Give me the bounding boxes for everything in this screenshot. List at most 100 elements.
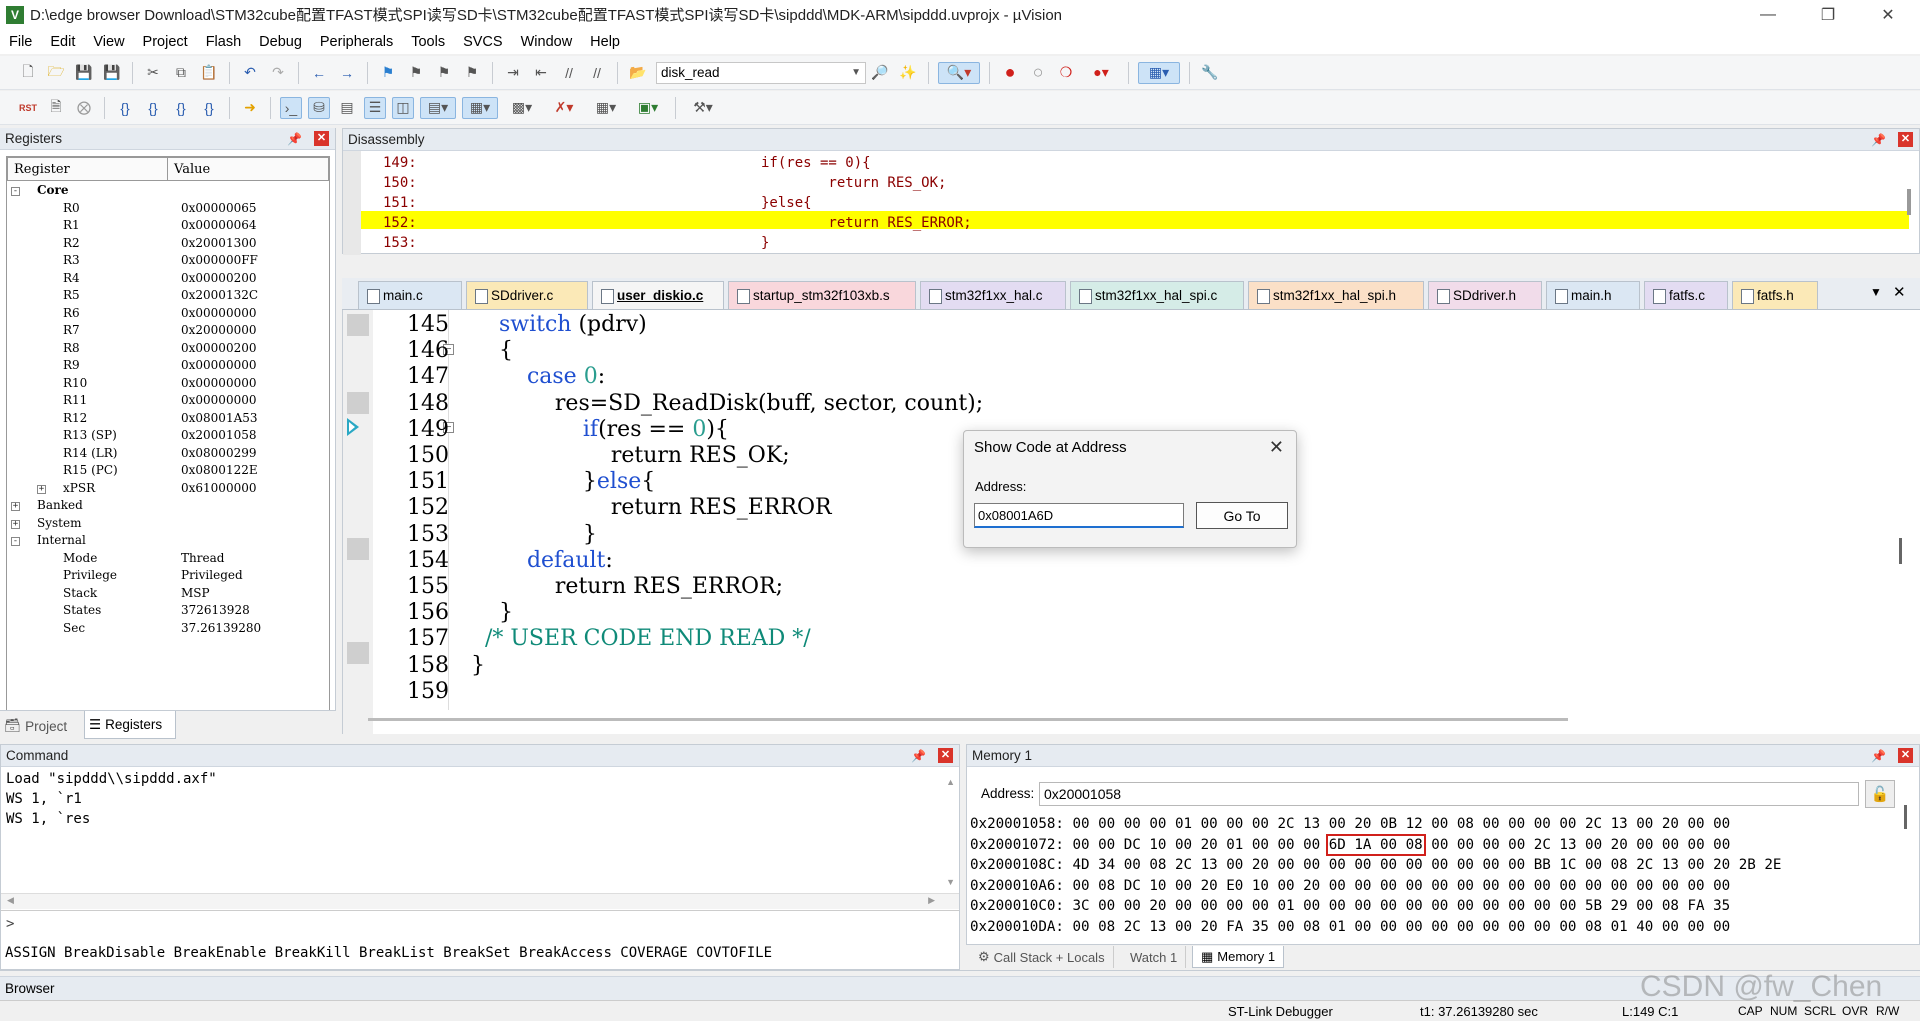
- configure-icon[interactable]: 🔧: [1199, 62, 1221, 84]
- tab-watch-1[interactable]: Watch 1: [1122, 946, 1187, 968]
- editor-tab[interactable]: startup_stm32f103xb.s: [728, 281, 916, 309]
- code-line[interactable]: res=SD_ReadDisk(buff, sector, count);: [471, 391, 983, 417]
- lock-icon[interactable]: 🔓: [1865, 780, 1895, 808]
- code-line[interactable]: return RES_ERROR;: [471, 574, 783, 600]
- registers-group[interactable]: + Banked: [7, 498, 337, 516]
- redo-icon[interactable]: ↷: [267, 62, 289, 84]
- register-row[interactable]: R5 0x2000132C: [7, 288, 337, 306]
- register-row[interactable]: States 372613928: [7, 603, 337, 621]
- dialog-close-icon[interactable]: ✕: [1269, 437, 1284, 458]
- editor-tab[interactable]: fatfs.c: [1644, 281, 1728, 309]
- go-to-button[interactable]: Go To: [1196, 502, 1288, 529]
- disassembly-code[interactable]: if(res == 0){: [761, 155, 871, 175]
- registers-group[interactable]: - Internal: [7, 533, 337, 551]
- unindent-icon[interactable]: ⇤: [530, 62, 552, 84]
- incremental-find-icon[interactable]: ✨: [897, 62, 919, 84]
- register-row[interactable]: R8 0x00000200: [7, 341, 337, 359]
- disassembly-scrollbar[interactable]: [1907, 189, 1911, 215]
- disable-breakpoints-icon[interactable]: ❍: [1055, 62, 1077, 84]
- menu-project[interactable]: Project: [134, 34, 197, 50]
- register-row[interactable]: R10 0x00000000: [7, 376, 337, 394]
- editor-hscrollbar[interactable]: [368, 718, 1568, 721]
- close-icon[interactable]: ✕: [938, 748, 953, 763]
- command-input[interactable]: >: [1, 910, 959, 936]
- scroll-up-icon[interactable]: ▲: [946, 777, 955, 787]
- code-line[interactable]: case 0:: [471, 364, 605, 390]
- dialog-address-input[interactable]: 0x08001A6D: [974, 503, 1184, 528]
- analysis-windows-icon[interactable]: ✗▾: [546, 97, 582, 119]
- editor-tab[interactable]: SDdriver.h: [1428, 281, 1542, 309]
- code-line[interactable]: return RES_OK;: [471, 443, 790, 469]
- code-line[interactable]: }: [471, 522, 597, 548]
- paste-icon[interactable]: 📋: [198, 62, 220, 84]
- code-line[interactable]: {: [471, 338, 513, 364]
- cut-icon[interactable]: ✂: [142, 62, 164, 84]
- register-row[interactable]: R3 0x000000FF: [7, 253, 337, 271]
- editor-tab[interactable]: fatfs.h: [1732, 281, 1818, 309]
- editor-tab[interactable]: SDdriver.c: [466, 281, 588, 309]
- bookmark-prev-icon[interactable]: ⚑: [405, 62, 427, 84]
- kill-breakpoints-icon[interactable]: ●▾: [1083, 62, 1119, 84]
- menu-file[interactable]: File: [0, 34, 41, 50]
- pin-icon[interactable]: 📌: [911, 749, 926, 763]
- register-row[interactable]: Stack MSP: [7, 586, 337, 604]
- expand-icon[interactable]: +: [11, 519, 20, 529]
- serial-windows-icon[interactable]: ▩▾: [504, 97, 540, 119]
- register-row[interactable]: R6 0x00000000: [7, 306, 337, 324]
- uncomment-icon[interactable]: //: [586, 62, 608, 84]
- open-folder-icon[interactable]: 🗁: [45, 62, 67, 84]
- minimize-icon[interactable]: —: [1740, 0, 1796, 29]
- command-hscrollbar[interactable]: ◀ ▶: [1, 893, 959, 909]
- editor-tab[interactable]: stm32f1xx_hal_spi.c: [1070, 281, 1244, 309]
- register-row[interactable]: Mode Thread: [7, 551, 337, 569]
- watch-windows-icon[interactable]: ▤▾: [420, 96, 456, 119]
- register-row[interactable]: R11 0x00000000: [7, 393, 337, 411]
- undo-icon[interactable]: ↶: [239, 62, 261, 84]
- show-next-statement-icon[interactable]: ➜: [239, 97, 261, 119]
- editor-tab[interactable]: user_diskio.c: [592, 281, 724, 309]
- step-out-icon[interactable]: {}: [170, 97, 192, 119]
- menu-help[interactable]: Help: [581, 34, 629, 50]
- editor-tab[interactable]: stm32f1xx_hal_spi.h: [1248, 281, 1424, 309]
- copy-icon[interactable]: ⧉: [170, 62, 192, 84]
- code-line[interactable]: }else{: [471, 469, 655, 495]
- register-row[interactable]: R2 0x20001300: [7, 236, 337, 254]
- run-to-cursor-icon[interactable]: {}: [198, 97, 220, 119]
- debug-session-icon[interactable]: 🔍▾: [938, 61, 980, 84]
- nav-forward-icon[interactable]: →: [336, 62, 358, 84]
- trace-windows-icon[interactable]: ▦▾: [588, 97, 624, 119]
- step-icon[interactable]: {}: [114, 97, 136, 119]
- code-line[interactable]: if(res == 0){: [471, 417, 729, 443]
- tab-list-icon[interactable]: ▼: [1870, 285, 1882, 299]
- registers-group-core[interactable]: - Core: [7, 183, 337, 201]
- register-row[interactable]: R1 0x00000064: [7, 218, 337, 236]
- menu-peripherals[interactable]: Peripherals: [311, 34, 402, 50]
- menu-view[interactable]: View: [84, 34, 133, 50]
- find-icon[interactable]: 🔎: [869, 62, 891, 84]
- function-combo[interactable]: disk_read ▼: [656, 61, 866, 84]
- code-line[interactable]: default:: [471, 548, 613, 574]
- memory-vscrollbar[interactable]: [1904, 805, 1907, 829]
- memory-row[interactable]: 0x200010C0: 3C 00 00 20 00 00 00 00 01 0…: [970, 898, 1730, 918]
- run-icon[interactable]: 🗎: [45, 97, 67, 119]
- expand-icon[interactable]: +: [37, 484, 46, 494]
- editor-tab[interactable]: main.h: [1546, 281, 1640, 309]
- pin-icon[interactable]: 📌: [287, 132, 302, 146]
- close-tab-icon[interactable]: ✕: [1893, 283, 1906, 301]
- menu-flash[interactable]: Flash: [197, 34, 250, 50]
- step-over-icon[interactable]: {}: [142, 97, 164, 119]
- register-row[interactable]: R15 (PC) 0x0800122E: [7, 463, 337, 481]
- pin-icon[interactable]: 📌: [1871, 133, 1886, 147]
- code-line[interactable]: }: [471, 600, 513, 626]
- memory-row[interactable]: 0x20001058: 00 00 00 00 01 00 00 00 2C 1…: [970, 816, 1730, 836]
- disassembly-code[interactable]: }: [761, 235, 769, 255]
- command-window-icon[interactable]: ›_: [280, 96, 302, 119]
- menu-debug[interactable]: Debug: [250, 34, 311, 50]
- register-row[interactable]: + xPSR 0x61000000: [7, 481, 337, 499]
- bookmark-clear-icon[interactable]: ⚑: [461, 62, 483, 84]
- register-row[interactable]: R9 0x00000000: [7, 358, 337, 376]
- registers-window-icon[interactable]: ☰: [364, 96, 386, 119]
- menu-svcs[interactable]: SVCS: [454, 34, 512, 50]
- register-row[interactable]: Privilege Privileged: [7, 568, 337, 586]
- scroll-left-icon[interactable]: ◀: [7, 895, 14, 906]
